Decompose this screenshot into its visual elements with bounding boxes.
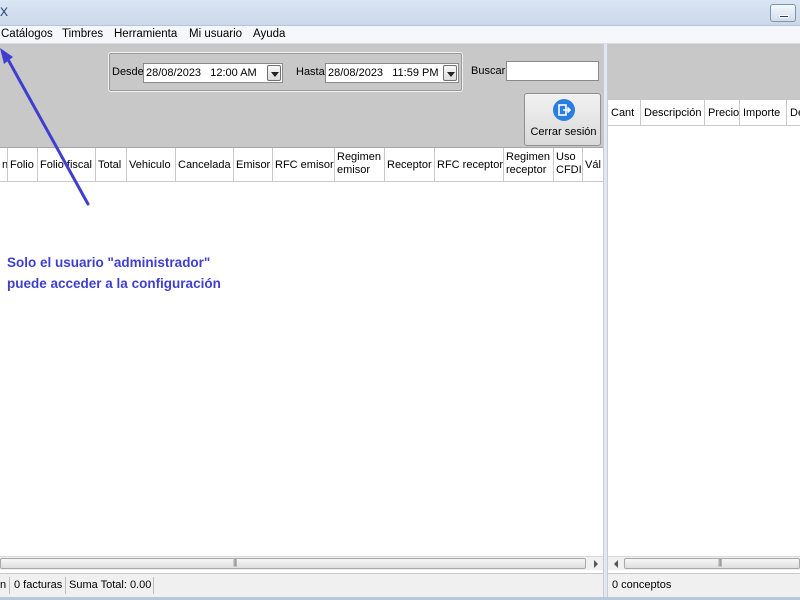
col-header-regimen-receptor[interactable]: Regimen receptor [504,148,554,181]
concepts-toolbar [608,44,800,100]
status-separator [153,577,154,594]
menu-ayuda[interactable]: Ayuda [253,28,285,40]
hasta-time: 11:59 PM [392,67,439,79]
col-header-cant[interactable]: Cant [608,100,641,125]
col-header-cancelada[interactable]: Cancelada [176,148,234,181]
concepts-grid-header: Cant Descripción Precio Importe De [608,100,800,126]
grip-icon: ||| [718,558,722,567]
minimize-icon [779,15,789,18]
col-header-folio[interactable]: Folio [8,148,38,181]
invoices-panel: Desde 28/08/2023 12:00 AM Hasta 28/08/20… [0,44,603,598]
desde-datetime-picker[interactable]: 28/08/2023 12:00 AM [143,63,283,83]
menu-catalogos[interactable]: Catálogos [1,28,53,40]
col-header-emisor[interactable]: Emisor [234,148,273,181]
status-conceptos: 0 conceptos [612,579,672,591]
col-header-valido[interactable]: Vál [583,148,603,181]
logout-label: Cerrar sesión [530,126,597,138]
menu-herramienta[interactable]: Herramienta [114,28,177,40]
invoice-status-bar: n 0 facturas Suma Total: 0.00 [0,573,603,597]
window-title: X [0,5,9,19]
col-header-descripcion[interactable]: Descripción [641,100,705,125]
search-input[interactable] [506,61,599,81]
filter-toolbar: Desde 28/08/2023 12:00 AM Hasta 28/08/20… [0,44,603,148]
logout-button[interactable]: Cerrar sesión [524,93,601,146]
buscar-label: Buscar [471,65,506,77]
logout-icon [553,99,575,121]
scrollbar-thumb[interactable] [624,558,800,569]
concepts-hscrollbar[interactable]: ||| [608,556,800,570]
status-facturas: 0 facturas [14,579,63,591]
minimize-button[interactable] [770,4,796,22]
status-suma-total: Suma Total: 0.00 [69,579,152,591]
menu-mi-usuario[interactable]: Mi usuario [189,28,242,40]
col-header-receptor[interactable]: Receptor [385,148,435,181]
hasta-label: Hasta [296,66,325,78]
col-header-importe[interactable]: Importe [740,100,787,125]
scroll-right-icon[interactable] [594,560,598,568]
date-range-group: Desde 28/08/2023 12:00 AM Hasta 28/08/20… [108,52,463,92]
status-separator [9,577,10,594]
col-header-regimen-emisor[interactable]: Regimen emisor [335,148,385,181]
col-header-rfc-receptor[interactable]: RFC receptor [435,148,504,181]
scrollbar-thumb[interactable] [0,558,586,569]
hasta-datetime-picker[interactable]: 28/08/2023 11:59 PM [325,63,459,83]
desde-time: 12:00 AM [210,67,257,79]
desde-label: Desde [112,66,144,78]
menu-bar: Catálogos Timbres Herramienta Mi usuario… [0,26,800,44]
scroll-left-icon[interactable] [614,560,618,568]
col-header[interactable]: n [0,148,8,181]
chevron-down-icon[interactable] [267,65,281,81]
col-header-total[interactable]: Total [96,148,127,181]
grip-icon: ||| [233,558,237,567]
menu-timbres[interactable]: Timbres [62,28,103,40]
concepts-panel: Cant Descripción Precio Importe De ||| 0… [608,44,800,598]
title-bar: X [0,0,800,26]
col-header-de[interactable]: De [787,100,800,125]
col-header-precio[interactable]: Precio [705,100,740,125]
annotation-line-2: puede acceder a la configuración [7,276,221,291]
invoice-grid-header: n Folio Folio fiscal Total Vehiculo Canc… [0,148,603,182]
col-header-uso-cfdi[interactable]: Uso CFDI [554,148,583,181]
col-header-vehiculo[interactable]: Vehiculo [127,148,176,181]
annotation-line-1: Solo el usuario "administrador" [7,255,211,270]
status-fragment: n [0,579,7,591]
chevron-down-icon[interactable] [443,65,457,81]
desde-date: 28/08/2023 [146,67,202,79]
col-header-folio-fiscal[interactable]: Folio fiscal [38,148,96,181]
hasta-date: 28/08/2023 [328,67,384,79]
col-header-rfc-emisor[interactable]: RFC emisor [273,148,335,181]
status-separator [65,577,66,594]
concepts-status-bar: 0 conceptos [608,573,800,597]
annotation-text: Solo el usuario "administrador" puede ac… [7,252,257,294]
invoice-hscrollbar[interactable]: ||| [0,556,603,570]
